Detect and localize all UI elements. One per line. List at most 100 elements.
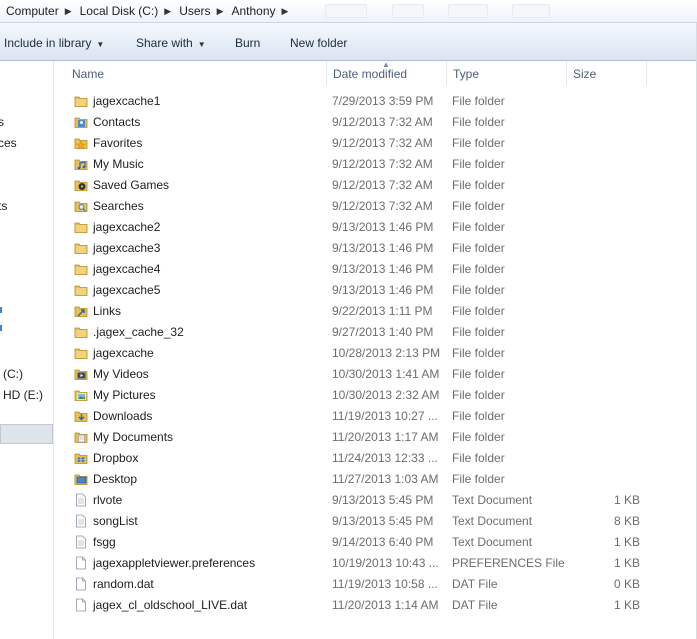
file-type: File folder xyxy=(452,136,505,150)
nav-item-local-disk[interactable]: (C:) xyxy=(3,367,23,381)
chevron-down-icon: ▼ xyxy=(197,40,206,49)
file-row[interactable]: jagexappletviewer.preferences 10/19/2013 … xyxy=(54,553,697,574)
file-row[interactable]: Links 9/22/2013 1:11 PM File folder xyxy=(54,301,697,322)
nav-item[interactable]: ces xyxy=(0,136,17,150)
file-type: File folder xyxy=(452,409,505,423)
file-date-modified: 10/30/2013 2:32 AM xyxy=(332,388,440,402)
breadcrumb-anthony[interactable]: Anthony xyxy=(231,4,275,18)
file-row[interactable]: Favorites 9/12/2013 7:32 AM File folder xyxy=(54,133,697,154)
share-with-label: Share with xyxy=(136,36,193,50)
file-name: jagexcache3 xyxy=(93,241,161,255)
file-icon xyxy=(74,577,88,591)
file-row[interactable]: jagexcache3 9/13/2013 1:46 PM File folder xyxy=(54,238,697,259)
nav-item-selected[interactable] xyxy=(0,424,53,444)
new-folder-button[interactable]: New folder xyxy=(290,36,347,50)
include-in-library-button[interactable]: Include in library ▼ xyxy=(4,36,104,50)
folder-icon xyxy=(74,283,88,297)
address-bar[interactable]: Computer ▶ Local Disk (C:) ▶ Users ▶ Ant… xyxy=(0,0,697,23)
file-name: .jagex_cache_32 xyxy=(93,325,184,339)
file-row[interactable]: Dropbox 11/24/2013 12:33 ... File folder xyxy=(54,448,697,469)
file-type: File folder xyxy=(452,262,505,276)
file-row[interactable]: random.dat 11/19/2013 10:58 ... DAT File 0 … xyxy=(54,574,697,595)
file-type: File folder xyxy=(452,241,505,255)
file-type: Text Document xyxy=(452,514,533,528)
column-header-row: ▲ Name Date modified Type Size xyxy=(54,60,697,85)
column-divider[interactable] xyxy=(446,61,447,85)
file-type: File folder xyxy=(452,220,505,234)
file-date-modified: 11/27/2013 1:03 AM xyxy=(332,472,439,486)
file-type: File folder xyxy=(452,178,505,192)
breadcrumb-arrow-icon[interactable]: ▶ xyxy=(65,6,72,17)
breadcrumb-arrow-icon[interactable]: ▶ xyxy=(217,6,224,17)
folder-icon xyxy=(74,241,88,255)
file-date-modified: 11/24/2013 12:33 ... xyxy=(332,451,438,465)
file-name: Contacts xyxy=(93,115,141,129)
file-row[interactable]: jagexcache5 9/13/2013 1:46 PM File folder xyxy=(54,280,697,301)
breadcrumb-computer[interactable]: Computer xyxy=(6,4,59,18)
nav-item[interactable]: s xyxy=(0,115,4,129)
file-date-modified: 9/13/2013 1:46 PM xyxy=(332,283,434,297)
column-divider[interactable] xyxy=(326,61,327,85)
file-row[interactable]: My Videos 10/30/2013 1:41 AM File folder xyxy=(54,364,697,385)
file-date-modified: 7/29/2013 3:59 PM xyxy=(332,94,434,108)
folder-icon xyxy=(74,220,88,234)
file-row[interactable]: My Pictures 10/30/2013 2:32 AM File folder xyxy=(54,385,697,406)
file-type: PREFERENCES File xyxy=(452,556,565,570)
text-document-icon xyxy=(74,493,88,507)
column-divider[interactable] xyxy=(566,61,567,85)
column-header-type[interactable]: Type xyxy=(453,67,479,81)
column-header-name[interactable]: Name xyxy=(72,67,104,81)
file-row[interactable]: Saved Games 9/12/2013 7:32 AM File folder xyxy=(54,175,697,196)
file-row[interactable]: jagex_cl_oldschool_LIVE.dat 11/20/2013 1:… xyxy=(54,595,697,616)
file-date-modified: 11/19/2013 10:58 ... xyxy=(332,577,438,591)
file-row[interactable]: Desktop 11/27/2013 1:03 AM File folder xyxy=(54,469,697,490)
breadcrumb-arrow-icon[interactable]: ▶ xyxy=(164,6,171,17)
file-type: DAT File xyxy=(452,577,498,591)
file-type: File folder xyxy=(452,430,505,444)
file-name: random.dat xyxy=(93,577,154,591)
share-with-button[interactable]: Share with ▼ xyxy=(136,36,206,50)
file-date-modified: 9/13/2013 5:45 PM xyxy=(332,493,434,507)
file-date-modified: 11/20/2013 1:14 AM xyxy=(332,598,439,612)
file-row[interactable]: Searches 9/12/2013 7:32 AM File folder xyxy=(54,196,697,217)
breadcrumb-arrow-icon[interactable]: ▶ xyxy=(282,6,289,17)
column-divider[interactable] xyxy=(646,61,647,85)
nav-expander-icon[interactable] xyxy=(0,307,2,313)
file-row[interactable]: jagexcache4 9/13/2013 1:46 PM File folder xyxy=(54,259,697,280)
file-row[interactable]: rlvote 9/13/2013 5:45 PM Text Document 1 KB xyxy=(54,490,697,511)
faded-menu-item xyxy=(448,4,488,18)
file-row[interactable]: fsgg 9/14/2013 6:40 PM Text Document 1 KB xyxy=(54,532,697,553)
file-type: File folder xyxy=(452,346,505,360)
file-name: Favorites xyxy=(93,136,143,150)
file-date-modified: 9/13/2013 1:46 PM xyxy=(332,220,434,234)
file-type: File folder xyxy=(452,94,505,108)
breadcrumb-local-disk[interactable]: Local Disk (C:) xyxy=(80,4,159,18)
file-row[interactable]: .jagex_cache_32 9/27/2013 1:40 PM File fol… xyxy=(54,322,697,343)
file-row[interactable]: My Documents 11/20/2013 1:17 AM File folde… xyxy=(54,427,697,448)
navigation-pane[interactable]: s ces ts (C:) HD (E:) xyxy=(0,61,54,639)
burn-button[interactable]: Burn xyxy=(235,36,260,50)
file-row[interactable]: My Music 9/12/2013 7:32 AM File folder xyxy=(54,154,697,175)
file-row[interactable]: jagexcache 10/28/2013 2:13 PM File folder xyxy=(54,343,697,364)
file-row[interactable]: jagexcache2 9/13/2013 1:46 PM File folder xyxy=(54,217,697,238)
chevron-down-icon: ▼ xyxy=(96,40,105,49)
file-size: 1 KB xyxy=(613,598,640,612)
file-type: File folder xyxy=(452,115,505,129)
column-header-date[interactable]: Date modified xyxy=(333,67,407,81)
file-row[interactable]: Downloads 11/19/2013 10:27 ... File folder xyxy=(54,406,697,427)
breadcrumb-users[interactable]: Users xyxy=(179,4,210,18)
file-size: 8 KB xyxy=(613,514,640,528)
file-row[interactable]: songList 9/13/2013 5:45 PM Text Document 8 … xyxy=(54,511,697,532)
file-type: File folder xyxy=(452,304,505,318)
file-type: File folder xyxy=(452,388,505,402)
file-date-modified: 9/12/2013 7:32 AM xyxy=(332,178,433,192)
nav-item[interactable]: ts xyxy=(0,199,7,213)
file-row[interactable]: Contacts 9/12/2013 7:32 AM File folder xyxy=(54,112,697,133)
file-type: Text Document xyxy=(452,535,533,549)
column-header-size[interactable]: Size xyxy=(573,67,596,81)
nav-expander-icon[interactable] xyxy=(0,325,2,331)
file-icon xyxy=(74,556,88,570)
file-row[interactable]: jagexcache1 7/29/2013 3:59 PM File folder xyxy=(54,91,697,112)
file-date-modified: 10/19/2013 10:43 ... xyxy=(332,556,439,570)
nav-item-drive-e[interactable]: HD (E:) xyxy=(3,388,43,402)
